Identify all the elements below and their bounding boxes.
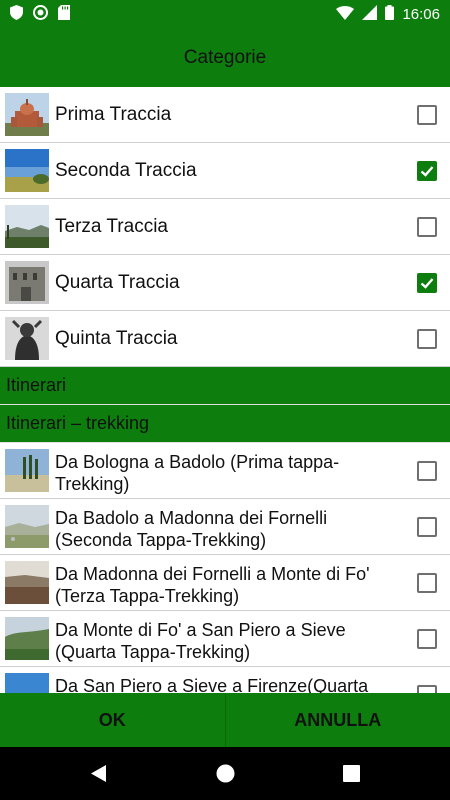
thumbnail-image (5, 317, 49, 360)
signal-icon (362, 5, 378, 25)
checkbox[interactable] (417, 329, 437, 349)
navigation-bar (0, 747, 450, 800)
thumbnail-image (5, 449, 49, 492)
list-item[interactable]: Seconda Traccia (0, 143, 450, 199)
item-label: Da Madonna dei Fornelli a Monte di Fo' (… (55, 564, 370, 606)
sd-card-icon (58, 5, 70, 25)
section-header-trekking: Itinerari – trekking (0, 405, 450, 443)
checkbox[interactable] (417, 685, 437, 693)
thumbnail-image (5, 617, 49, 660)
sync-icon (33, 5, 48, 25)
checkmark-icon (420, 278, 434, 289)
checkbox[interactable] (417, 217, 437, 237)
checkbox[interactable] (417, 105, 437, 125)
clock: 16:06 (402, 6, 440, 23)
thumbnail-image (5, 93, 49, 136)
battery-icon (385, 5, 395, 25)
checkbox[interactable] (417, 517, 437, 537)
thumbnail-image (5, 561, 49, 604)
list-item[interactable]: Quarta Traccia (0, 255, 450, 311)
section-header-itinerari: Itinerari (0, 367, 450, 405)
item-label: Da Bologna a Badolo (Prima tappa-Trekkin… (55, 452, 340, 494)
checkbox[interactable] (417, 629, 437, 649)
wifi-icon (336, 5, 355, 25)
checkbox-checked[interactable] (417, 161, 437, 181)
list-item[interactable]: Da Bologna a Badolo (Prima tappa-Trekkin… (0, 443, 450, 499)
shield-icon (10, 5, 23, 25)
list-item[interactable]: Da Badolo a Madonna dei Fornelli (Second… (0, 499, 450, 555)
thumbnail-image (5, 505, 49, 548)
home-icon[interactable] (216, 764, 235, 788)
thumbnail-image (5, 149, 49, 192)
ok-button[interactable]: OK (0, 693, 225, 747)
item-label: Da San Piero a Sieve a Firenze(Quarta (55, 676, 369, 693)
item-label: Da Monte di Fo' a San Piero a Sieve (Qua… (55, 620, 346, 662)
list-item[interactable]: Da Monte di Fo' a San Piero a Sieve (Qua… (0, 611, 450, 667)
dialog-title: Categorie (183, 47, 267, 68)
dialog-actions: OK ANNULLA (0, 693, 450, 747)
checkbox-checked[interactable] (417, 273, 437, 293)
item-label: Prima Traccia (55, 104, 172, 125)
list-item[interactable]: Quinta Traccia (0, 311, 450, 367)
list-item[interactable]: Da San Piero a Sieve a Firenze(Quarta (0, 667, 450, 693)
thumbnail-image (5, 673, 49, 693)
recents-icon[interactable] (343, 765, 360, 787)
item-label: Seconda Traccia (55, 160, 197, 181)
list-item[interactable]: Da Madonna dei Fornelli a Monte di Fo' (… (0, 555, 450, 611)
item-label: Quarta Traccia (55, 272, 180, 293)
thumbnail-image (5, 261, 49, 304)
list-item[interactable]: Prima Traccia (0, 87, 450, 143)
cancel-button[interactable]: ANNULLA (226, 693, 450, 747)
item-label: Da Badolo a Madonna dei Fornelli (Second… (55, 508, 328, 550)
status-bar: 16:06 (0, 0, 450, 28)
item-label: Quinta Traccia (55, 328, 178, 349)
checkbox[interactable] (417, 573, 437, 593)
checkmark-icon (420, 166, 434, 177)
list-item[interactable]: Terza Traccia (0, 199, 450, 255)
category-list[interactable]: Prima Traccia Seconda Traccia Terza Trac… (0, 87, 450, 693)
dialog-header: Categorie (0, 28, 450, 87)
back-icon[interactable] (90, 764, 107, 788)
checkbox[interactable] (417, 461, 437, 481)
thumbnail-image (5, 205, 49, 248)
item-label: Terza Traccia (55, 216, 168, 237)
